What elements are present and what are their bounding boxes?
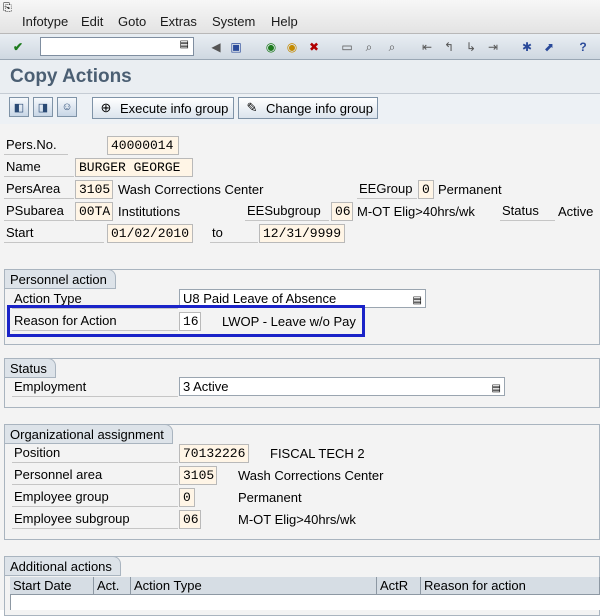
persno-field: 40000014 bbox=[107, 136, 179, 155]
psubarea-label: PSubarea bbox=[4, 202, 74, 221]
create-session-icon[interactable]: ✱ bbox=[518, 38, 536, 56]
eegroup-text: Permanent bbox=[438, 182, 502, 197]
execute-info-group-label: Execute info group bbox=[120, 100, 229, 116]
menu-bar: ⎘ Infotype Edit Goto Extras System Help bbox=[0, 0, 600, 34]
shortcut-icon[interactable]: ⬈ bbox=[540, 38, 558, 56]
employment-dropdown[interactable]: 3 Active ▤ bbox=[179, 377, 505, 396]
column-header-start-date[interactable]: Start Date bbox=[10, 577, 94, 595]
psubarea-text: Institutions bbox=[118, 204, 181, 219]
action-type-value: U8 Paid Leave of Absence bbox=[183, 291, 337, 306]
person-overview-icon[interactable]: ☺ bbox=[57, 97, 77, 117]
highlight-box bbox=[7, 305, 365, 337]
menu-help[interactable]: Help bbox=[271, 14, 298, 29]
standard-toolbar: ✔ ▤ ◀ ▣ ◉ ◉ ✖ ▭ ⌕ ⌕ ⇤ ↰ ↳ ⇥ ✱ ⬈ ? bbox=[0, 34, 600, 60]
print-icon[interactable]: ▭ bbox=[338, 38, 356, 56]
execute-info-group-button[interactable]: ⊕ Execute info group bbox=[92, 97, 234, 119]
psubarea-code: 00TA bbox=[75, 202, 113, 221]
eegroup-label: EEGroup bbox=[357, 180, 417, 199]
change-info-group-label: Change info group bbox=[266, 100, 373, 116]
menu-edit[interactable]: Edit bbox=[81, 14, 103, 29]
eesubgroup-code: 06 bbox=[331, 202, 353, 221]
exit-icon[interactable]: ◉ bbox=[283, 38, 301, 56]
employee-group-text: Permanent bbox=[238, 490, 302, 505]
persarea-code: 3105 bbox=[75, 180, 113, 199]
previous-record-icon[interactable]: ◧ bbox=[9, 97, 29, 117]
command-field[interactable]: ▤ bbox=[40, 37, 194, 56]
execute-icon: ⊕ bbox=[100, 100, 112, 115]
status-value: Active bbox=[558, 204, 594, 219]
start-label: Start bbox=[4, 224, 104, 243]
personnel-area-code: 3105 bbox=[179, 466, 217, 485]
org-assignment-title: Organizational assignment bbox=[4, 424, 173, 444]
menu-goto[interactable]: Goto bbox=[118, 14, 146, 29]
next-record-icon[interactable]: ◨ bbox=[33, 97, 53, 117]
eesubgroup-text: M-OT Elig>40hrs/wk bbox=[357, 204, 475, 219]
save-icon[interactable]: ▣ bbox=[227, 38, 245, 56]
name-label: Name bbox=[4, 158, 74, 177]
additional-actions-title: Additional actions bbox=[4, 556, 121, 576]
system-menu-icon[interactable]: ⎘ bbox=[3, 2, 12, 15]
last-page-icon[interactable]: ⇥ bbox=[484, 38, 502, 56]
column-header-actr[interactable]: ActR bbox=[377, 577, 421, 595]
dropdown-icon: ▤ bbox=[491, 383, 501, 394]
enter-icon[interactable]: ✔ bbox=[9, 38, 27, 56]
find-icon[interactable]: ⌕ bbox=[360, 38, 378, 56]
personnel-area-label: Personnel area bbox=[12, 466, 178, 485]
application-toolbar: ◧ ◨ ☺ ⊕ Execute info group ✎ Change info… bbox=[0, 94, 600, 124]
dropdown-icon[interactable]: ▤ bbox=[180, 39, 189, 50]
employee-subgroup-label: Employee subgroup bbox=[12, 510, 178, 529]
persarea-label: PersArea bbox=[4, 180, 74, 199]
end-date-field: 12/31/9999 bbox=[259, 224, 345, 243]
cancel-icon[interactable]: ✖ bbox=[305, 38, 323, 56]
help-icon[interactable]: ? bbox=[574, 38, 592, 56]
employee-subgroup-text: M-OT Elig>40hrs/wk bbox=[238, 512, 356, 527]
find-next-icon[interactable]: ⌕ bbox=[383, 38, 401, 56]
next-page-icon[interactable]: ↳ bbox=[462, 38, 480, 56]
menu-infotype[interactable]: Infotype bbox=[22, 14, 68, 29]
status-group-title: Status bbox=[4, 358, 56, 378]
eesubgroup-label: EESubgroup bbox=[245, 202, 329, 221]
start-date-field: 01/02/2010 bbox=[107, 224, 193, 243]
to-label: to bbox=[210, 224, 258, 243]
table-body bbox=[10, 595, 600, 610]
eegroup-code: 0 bbox=[418, 180, 434, 199]
change-info-group-button[interactable]: ✎ Change info group bbox=[238, 97, 378, 119]
name-field: BURGER GEORGE bbox=[75, 158, 193, 177]
employee-group-code: 0 bbox=[179, 488, 195, 507]
position-code: 70132226 bbox=[179, 444, 249, 463]
employee-subgroup-code: 06 bbox=[179, 510, 201, 529]
history-back-icon[interactable]: ◀ bbox=[207, 38, 225, 56]
persno-label: Pers.No. bbox=[4, 136, 68, 155]
pencil-icon: ✎ bbox=[246, 100, 258, 115]
employee-group-label: Employee group bbox=[12, 488, 178, 507]
employment-value: 3 Active bbox=[183, 379, 229, 394]
column-header-reason[interactable]: Reason for action bbox=[421, 577, 600, 595]
personnel-area-text: Wash Corrections Center bbox=[238, 468, 384, 483]
prev-page-icon[interactable]: ↰ bbox=[440, 38, 458, 56]
status-label: Status bbox=[500, 202, 555, 221]
page-title: Copy Actions bbox=[10, 66, 132, 87]
back-icon[interactable]: ◉ bbox=[262, 38, 280, 56]
employment-label: Employment bbox=[12, 378, 178, 397]
position-label: Position bbox=[12, 444, 178, 463]
menu-system[interactable]: System bbox=[212, 14, 255, 29]
title-bar: Copy Actions bbox=[0, 60, 600, 94]
dropdown-icon: ▤ bbox=[412, 295, 422, 306]
persarea-text: Wash Corrections Center bbox=[118, 182, 264, 197]
column-header-action-type[interactable]: Action Type bbox=[131, 577, 377, 595]
first-page-icon[interactable]: ⇤ bbox=[418, 38, 436, 56]
personnel-action-title: Personnel action bbox=[4, 269, 116, 289]
menu-extras[interactable]: Extras bbox=[160, 14, 197, 29]
position-text: FISCAL TECH 2 bbox=[270, 446, 365, 461]
column-header-act[interactable]: Act. bbox=[94, 577, 131, 595]
